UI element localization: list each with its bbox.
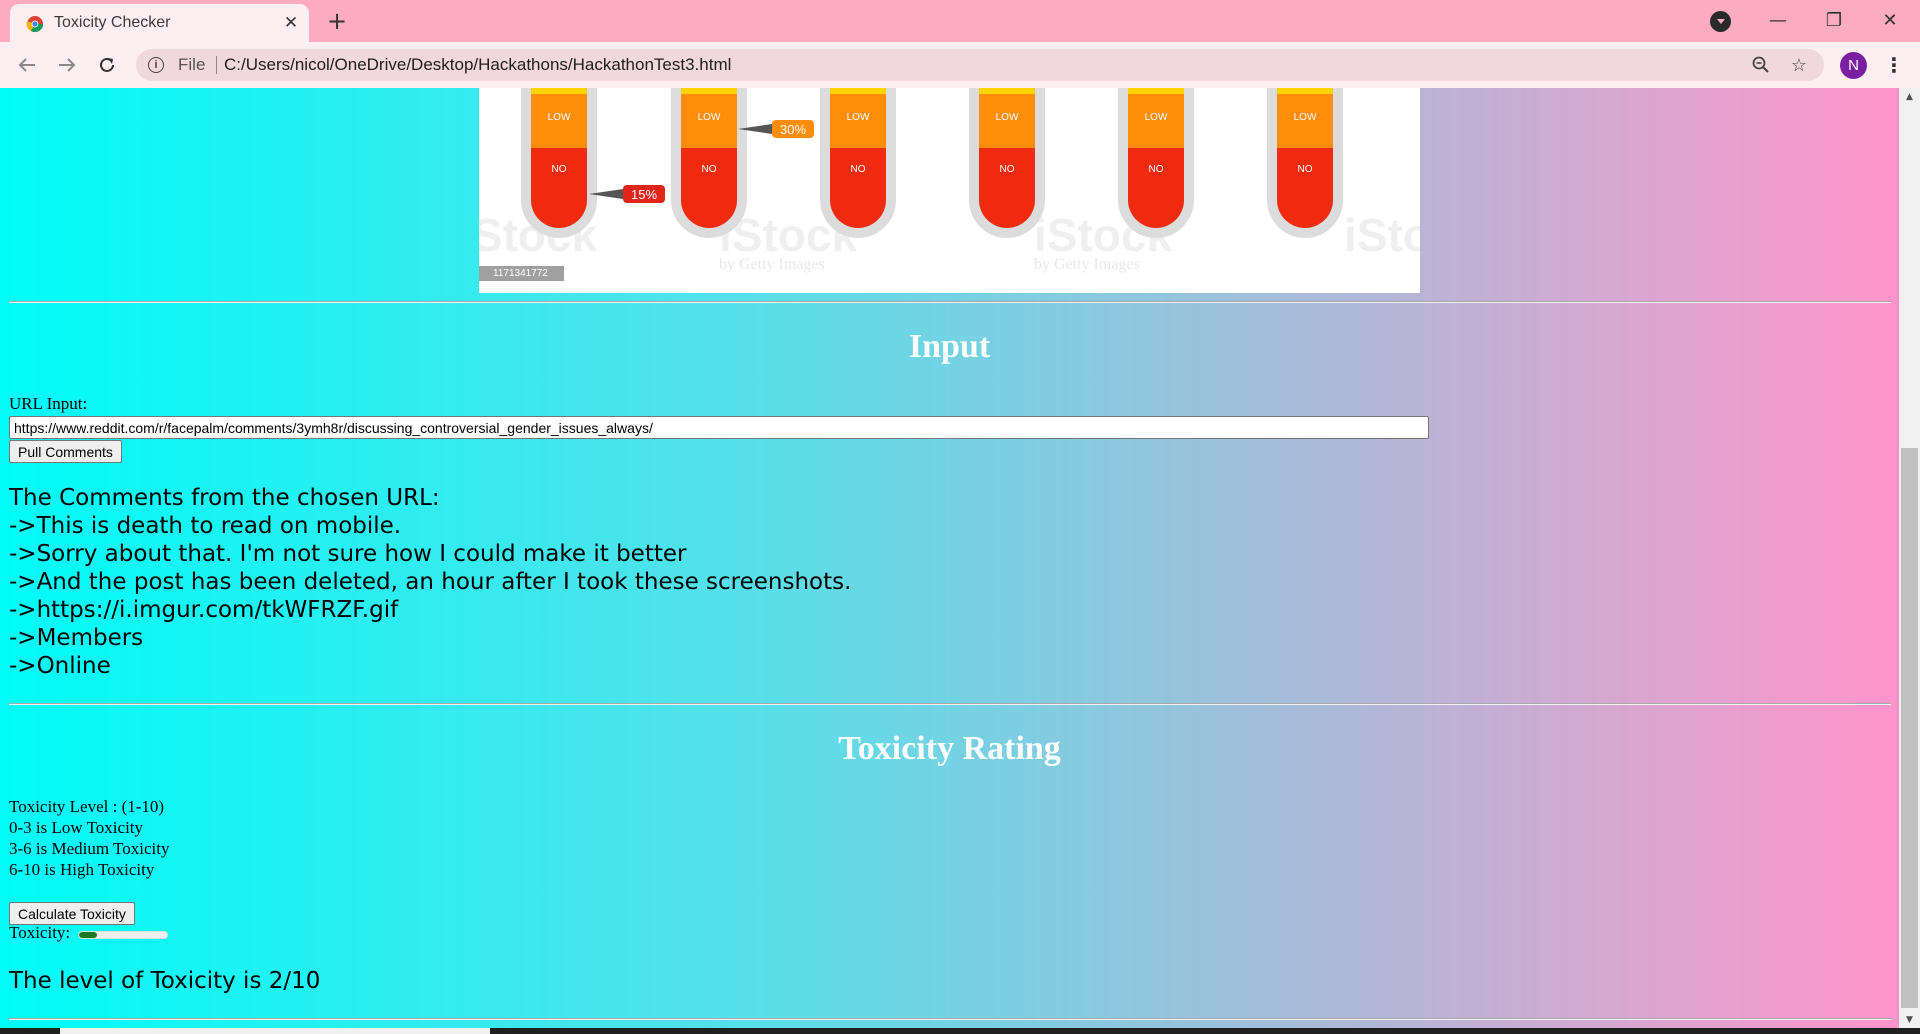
bottom-edge: [0, 1028, 1920, 1034]
browser-tab[interactable]: Toxicity Checker ✕: [10, 4, 309, 42]
toxicity-scale-line: 6-10 is High Toxicity: [9, 860, 155, 879]
window-restore-button[interactable]: ❐: [1806, 0, 1862, 40]
info-icon[interactable]: i: [148, 57, 164, 73]
bookmark-star-icon[interactable]: ☆: [1788, 54, 1810, 76]
comment-item: ->https://i.imgur.com/tkWFRZF.gif: [9, 597, 399, 623]
tab-title: Toxicity Checker: [54, 14, 171, 31]
zoom-icon[interactable]: [1750, 54, 1772, 76]
scroll-up-arrow-icon[interactable]: ▲: [1899, 88, 1920, 105]
comment-item: ->And the post has been deleted, an hour…: [9, 569, 852, 595]
comments-title: The Comments from the chosen URL:: [9, 485, 440, 511]
tube-no-label: NO: [999, 164, 1015, 175]
test-tube: LOW NO: [671, 88, 747, 238]
input-heading: Input: [908, 328, 991, 365]
browser-toolbar: i File C:/Users/nicol/OneDrive/Desktop/H…: [0, 42, 1920, 88]
forward-arrow-icon[interactable]: [52, 50, 82, 80]
page-viewport: iStock iStock iStock iStock by Getty Ima…: [0, 88, 1899, 1028]
tube-low-label: LOW: [1293, 112, 1317, 123]
toxicity-scale-line: Toxicity Level : (1-10): [9, 797, 165, 816]
comments-list: The Comments from the chosen URL: ->This…: [9, 484, 851, 680]
kebab-menu-icon[interactable]: ⋮: [1880, 51, 1908, 79]
comment-item: ->This is death to read on mobile.: [9, 513, 402, 539]
tab-close-icon[interactable]: ✕: [280, 12, 302, 34]
window-minimize-button[interactable]: —: [1750, 0, 1806, 40]
watermark-subtext: by Getty Images: [719, 256, 825, 273]
page-scrollbar[interactable]: ▲ ▼: [1899, 88, 1920, 1028]
test-tube: LOW NO: [820, 88, 896, 238]
toxicity-meter-label: Toxicity:: [9, 923, 71, 942]
url-input[interactable]: [9, 416, 1429, 439]
url-input-label: URL Input:: [9, 394, 88, 413]
tube-no-label: NO: [850, 164, 866, 175]
divider: [9, 1018, 1891, 1020]
toxicity-result: The level of Toxicity is 2/10: [9, 968, 321, 994]
scroll-down-arrow-icon[interactable]: ▼: [1899, 1011, 1920, 1028]
stock-id-label: 1171341772: [479, 266, 564, 281]
tube-no-label: NO: [1148, 164, 1164, 175]
watermark-subtext: by Getty Images: [1034, 256, 1140, 273]
comment-item: ->Online: [9, 653, 111, 679]
tube-low-label: LOW: [547, 112, 571, 123]
reload-icon[interactable]: [92, 50, 122, 80]
toxicity-scale-line: 3-6 is Medium Toxicity: [9, 839, 170, 858]
chrome-favicon-icon: [26, 16, 44, 33]
pull-comments-button[interactable]: Pull Comments: [9, 440, 122, 463]
omnibox-separator: [216, 56, 217, 74]
tube-no-label: NO: [701, 164, 717, 175]
toxicity-heading: Toxicity Rating: [838, 730, 1061, 767]
toxicity-meter-fill: [79, 932, 97, 938]
window-close-button[interactable]: ✕: [1862, 0, 1918, 40]
comment-item: ->Members: [9, 625, 144, 651]
url-text[interactable]: C:/Users/nicol/OneDrive/Desktop/Hackatho…: [224, 55, 731, 75]
calculate-toxicity-button[interactable]: Calculate Toxicity: [9, 902, 135, 925]
scrollbar-thumb[interactable]: [1901, 448, 1918, 1008]
test-tube: LOW NO: [521, 88, 597, 238]
pointer-badge-15: 15%: [589, 185, 666, 203]
divider: [9, 301, 1891, 303]
tube-low-label: LOW: [697, 112, 721, 123]
toxicity-scale-line: 0-3 is Low Toxicity: [9, 818, 144, 837]
toxicity-scale-info: Toxicity Level : (1-10) 0-3 is Low Toxic…: [9, 796, 169, 880]
browser-tab-bar: Toxicity Checker ✕ + — ❐ ✕: [0, 0, 1920, 42]
tube-no-label: NO: [551, 164, 567, 175]
url-scheme: File: [178, 55, 206, 74]
watermark-text: iStock: [1344, 209, 1420, 261]
profile-avatar[interactable]: N: [1840, 52, 1867, 79]
back-arrow-icon[interactable]: [12, 50, 42, 80]
tube-low-label: LOW: [995, 112, 1019, 123]
divider: [9, 703, 1891, 705]
address-bar[interactable]: i File C:/Users/nicol/OneDrive/Desktop/H…: [136, 49, 1824, 81]
test-tube: LOW NO: [1118, 88, 1194, 238]
tube-low-label: LOW: [846, 112, 870, 123]
comment-item: ->Sorry about that. I'm not sure how I c…: [9, 541, 687, 567]
tube-no-label: NO: [1297, 164, 1313, 175]
pointer-badge-30: 30%: [738, 120, 815, 138]
new-tab-icon[interactable]: +: [324, 7, 350, 35]
tube-low-label: LOW: [1144, 112, 1168, 123]
test-tube: LOW NO: [969, 88, 1045, 238]
toxicity-meter: [78, 931, 168, 939]
tab-search-icon[interactable]: [1710, 11, 1731, 32]
tubes-banner-image: iStock iStock iStock iStock by Getty Ima…: [479, 88, 1420, 293]
chevron-down-icon: [1716, 18, 1725, 24]
test-tube: LOW NO: [1267, 88, 1343, 238]
